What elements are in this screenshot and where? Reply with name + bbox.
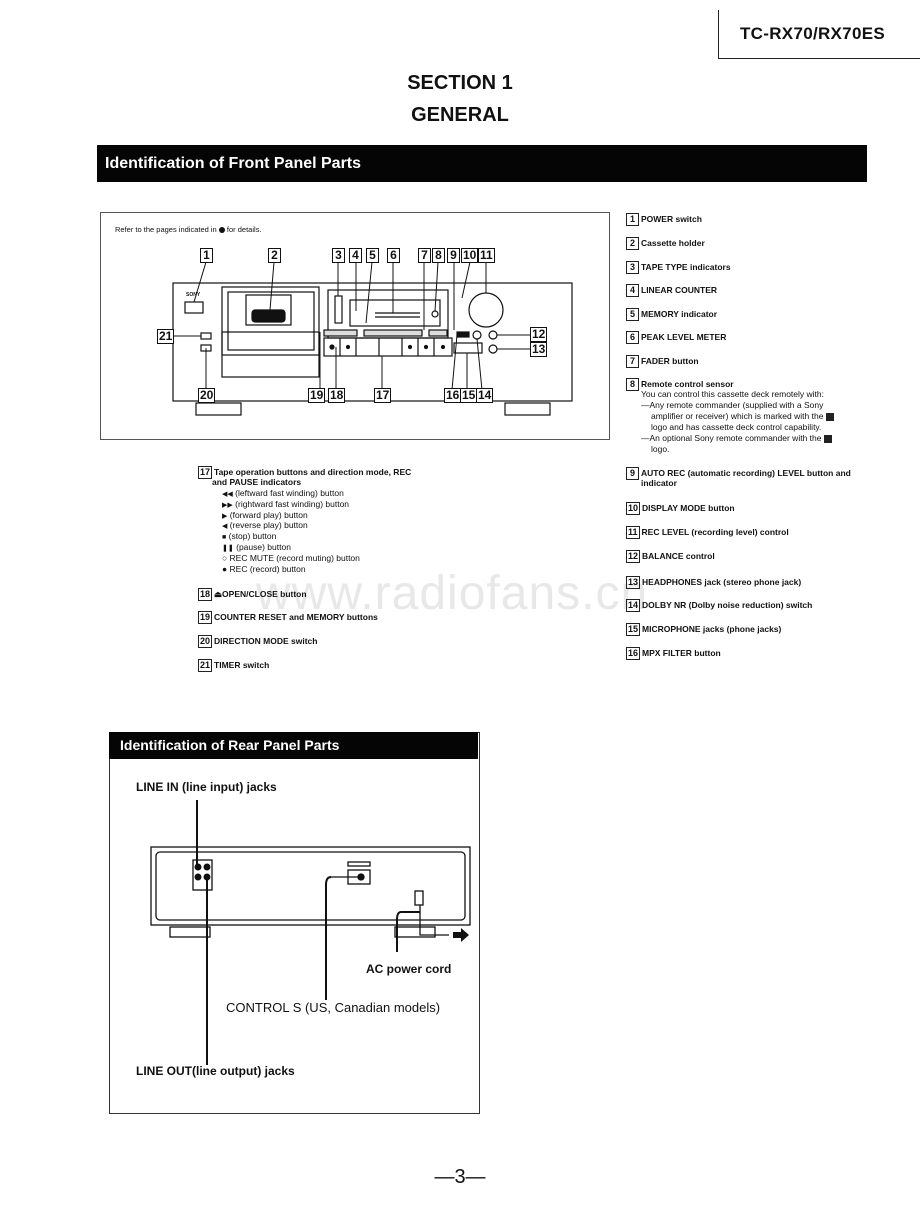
section-title: GENERAL: [411, 104, 509, 126]
part-item-1: 1 POWER switch: [626, 213, 702, 226]
callout-10: 10: [461, 248, 479, 263]
tape-sub-rec-mute: ○ REC MUTE (record muting) button: [222, 553, 360, 563]
rewind-icon: ◀◀: [222, 491, 233, 498]
part-item-18: 18 ⏏OPEN/CLOSE button: [198, 588, 307, 601]
stop-icon: ■: [222, 534, 227, 541]
part-item-2: 2 Cassette holder: [626, 237, 705, 250]
device-body: [172, 282, 573, 402]
callout-9: 9: [447, 248, 460, 263]
line-out-label: LINE OUT(line output) jacks: [136, 1064, 295, 1078]
tape-sub-reverse-play: ◀ (reverse play) button: [222, 520, 308, 530]
part-item-19: 19 COUNTER RESET and MEMORY buttons: [198, 611, 378, 624]
callout-12: 12: [530, 327, 548, 342]
remote-logo-icon: [823, 434, 832, 443]
part-item-12: 12 BALANCE control: [626, 550, 715, 563]
front-panel-heading: Identification of Front Panel Parts: [105, 155, 362, 172]
tape-sub-fastforward: ▶▶ (rightward fast winding) button: [222, 499, 350, 509]
part-item-11: 11 REC LEVEL (recording level) control: [626, 526, 789, 539]
callout-20: 20: [198, 388, 216, 403]
device-brand: SONY: [186, 292, 201, 298]
play-icon: ▶: [222, 513, 228, 520]
callout-11: 11: [478, 248, 495, 263]
part-item-7: 7 FADER button: [626, 355, 699, 368]
part-item-4: 4 LINEAR COUNTER: [626, 284, 717, 297]
callout-8: 8: [432, 248, 445, 263]
part-8-detail-2: —Any remote commander (supplied with a S…: [641, 400, 824, 410]
part-item-9-line2: indicator: [641, 478, 677, 488]
rear-device-body: [150, 846, 471, 926]
rec-mute-icon: ○: [222, 553, 228, 563]
part-item-14: 14 DOLBY NR (Dolby noise reduction) switc…: [626, 599, 813, 612]
callout-3: 3: [332, 248, 345, 263]
part-item-13: 13 HEADPHONES jack (stereo phone jack): [626, 576, 802, 589]
front-panel-heading-bar: Identification of Front Panel Parts: [97, 145, 867, 182]
part-item-10: 10 DISPLAY MODE button: [626, 502, 735, 515]
part-8-detail-5: —An optional Sony remote commander with …: [641, 433, 832, 444]
remote-logo-icon: [825, 412, 834, 421]
record-icon: ●: [222, 564, 228, 574]
part-8-detail-3: amplifier or receiver) which is marked w…: [651, 411, 834, 422]
part-8-detail-1: You can control this cassette deck remot…: [641, 389, 824, 399]
ac-power-cord-label: AC power cord: [366, 962, 452, 976]
part-item-3: 3 TAPE TYPE indicators: [626, 261, 731, 274]
part-item-17-line2: and PAUSE indicators: [212, 477, 302, 487]
callout-1: 1: [200, 248, 213, 263]
callout-16: 16: [444, 388, 462, 403]
fast-forward-icon: ▶▶: [222, 502, 233, 509]
callout-5: 5: [366, 248, 379, 263]
tape-sub-rec: ● REC (record) button: [222, 564, 306, 574]
tape-sub-rewind: ◀◀ (leftward fast winding) button: [222, 488, 344, 498]
pause-icon: ❚❚: [222, 545, 234, 552]
part-item-6: 6 PEAK LEVEL METER: [626, 331, 726, 344]
callout-15: 15: [460, 388, 478, 403]
rear-panel-heading-bar: Identification of Rear Panel Parts: [109, 732, 478, 759]
line-in-label: LINE IN (line input) jacks: [136, 780, 277, 794]
eject-icon: ⏏: [214, 588, 223, 599]
arrow-right-icon: [453, 928, 469, 942]
callout-18: 18: [328, 388, 346, 403]
part-item-5: 5 MEMORY indicator: [626, 308, 717, 321]
callout-2: 2: [268, 248, 281, 263]
tape-sub-stop: ■ (stop) button: [222, 531, 277, 541]
callout-17: 17: [374, 388, 392, 403]
section-number: SECTION 1: [407, 72, 513, 94]
tape-sub-forward-play: ▶ (forward play) button: [222, 510, 308, 520]
page-number: —3—: [434, 1166, 486, 1188]
part-8-detail-4: logo and has cassette deck control capab…: [651, 422, 822, 432]
part-8-detail-6: logo.: [651, 444, 670, 454]
front-panel-drawing: SONY: [170, 261, 573, 416]
rear-panel-heading: Identification of Rear Panel Parts: [120, 737, 340, 753]
tape-sub-pause: ❚❚ (pause) button: [222, 542, 291, 552]
callout-13: 13: [530, 342, 548, 357]
part-item-20: 20 DIRECTION MODE switch: [198, 635, 318, 648]
model-title: TC-RX70/RX70ES: [740, 24, 885, 43]
part-item-15: 15 MICROPHONE jacks (phone jacks): [626, 623, 782, 636]
reverse-play-icon: ◀: [222, 523, 228, 530]
part-item-16: 16 MPX FILTER button: [626, 647, 721, 660]
rear-panel-drawing: [150, 800, 471, 1065]
callout-7: 7: [418, 248, 431, 263]
callout-4: 4: [349, 248, 362, 263]
callout-6: 6: [387, 248, 400, 263]
callout-21: 21: [157, 329, 175, 344]
part-item-21: 21 TIMER switch: [198, 659, 270, 672]
callout-19: 19: [308, 388, 326, 403]
control-s-label: CONTROL S (US, Canadian models): [226, 1000, 441, 1015]
callout-14: 14: [476, 388, 494, 403]
